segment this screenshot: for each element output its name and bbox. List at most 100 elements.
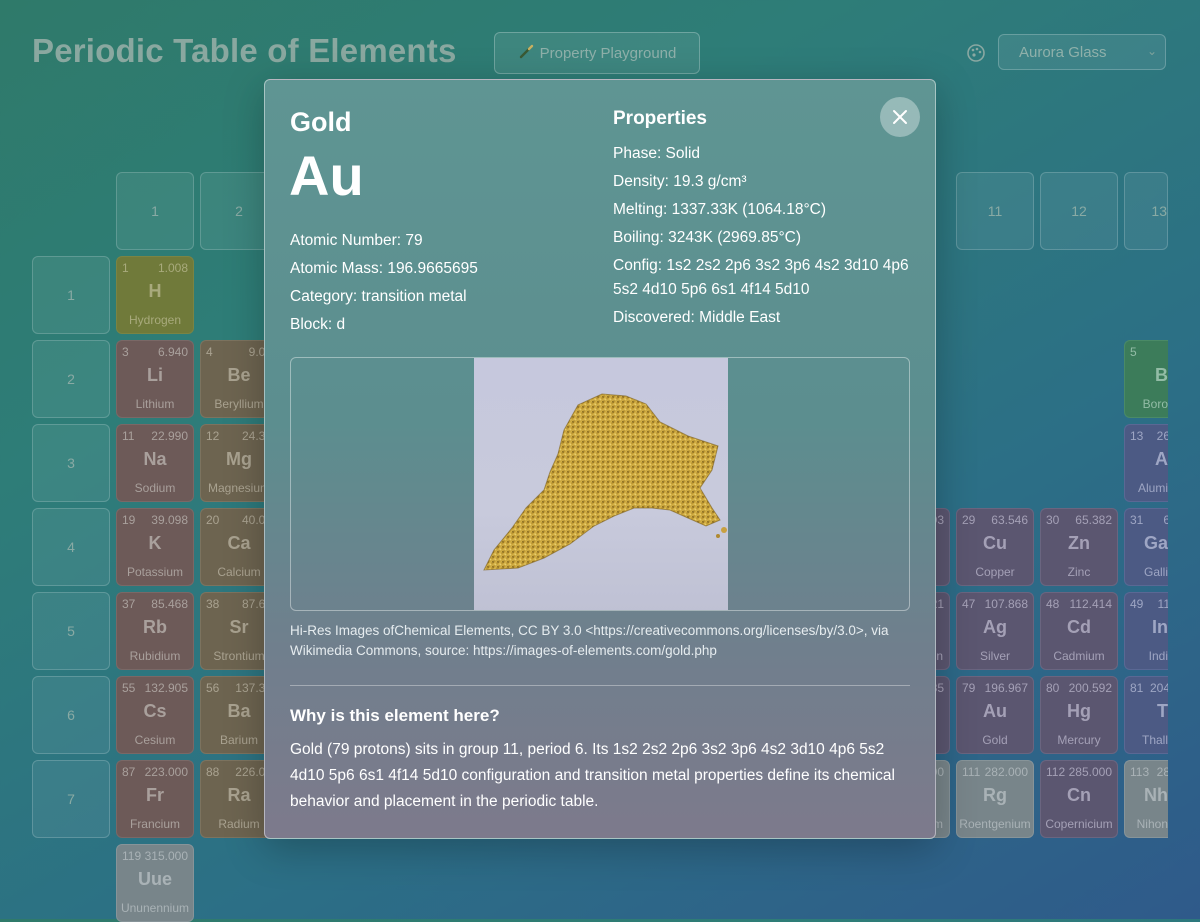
element-cell-ag[interactable]: 47 107.868 Ag Silver: [956, 592, 1034, 670]
element-symbol: Cu: [983, 533, 1007, 553]
element-symbol: T: [1157, 701, 1168, 721]
element-cell-b[interactable]: 5 B Boro: [1124, 340, 1168, 418]
element-name: Ununennium: [120, 901, 190, 915]
period-header: 5: [32, 592, 110, 670]
element-cell-na[interactable]: 11 22.990 Na Sodium: [116, 424, 194, 502]
atomic-number: 56: [206, 681, 220, 695]
atomic-mass: 1.008: [157, 261, 188, 275]
element-cell-rb[interactable]: 37 85.468 Rb Rubidium: [116, 592, 194, 670]
element-cell-al[interactable]: 13 26 A Alumi: [1124, 424, 1168, 502]
element-symbol: Cd: [1067, 617, 1091, 637]
element-cell-ga[interactable]: 31 6 Ga Galli: [1124, 508, 1168, 586]
chevron-down-icon: ⌄: [1146, 44, 1157, 58]
element-symbol-large: Au: [289, 144, 364, 207]
element-cell-fr[interactable]: 87 223.000 Fr Francium: [116, 760, 194, 838]
atomic-number: 38: [206, 597, 220, 611]
element-symbol: A: [1155, 449, 1168, 469]
element-symbol: Cs: [143, 701, 167, 721]
config-text: Config: 1s2 2s2 2p6 3s2 3p6 4s2 3d10 4p6…: [613, 257, 909, 298]
element-name: Cadmium: [1053, 649, 1105, 663]
element-symbol: Au: [983, 701, 1007, 721]
element-cell-uue[interactable]: 119 315.000 Uue Ununennium: [116, 844, 194, 922]
element-symbol: Uue: [137, 869, 172, 889]
atomic-mass: 6: [1163, 513, 1168, 527]
atomic-number: 5: [1130, 345, 1137, 359]
element-cell-cd[interactable]: 48 112.414 Cd Cadmium: [1040, 592, 1118, 670]
element-name: Francium: [129, 817, 180, 831]
properties-heading: Properties: [613, 108, 707, 129]
atomic-number: 20: [206, 513, 220, 527]
element-name: Nihon: [1136, 817, 1168, 831]
atomic-mass: 196.967: [984, 681, 1028, 695]
element-cell-zn[interactable]: 30 65.382 Zn Zinc: [1040, 508, 1118, 586]
atomic-number: 80: [1046, 681, 1060, 695]
atomic-mass: 63.546: [991, 513, 1028, 527]
element-cell-cu[interactable]: 29 63.546 Cu Copper: [956, 508, 1034, 586]
element-symbol: Cn: [1067, 785, 1091, 805]
element-cell-cn[interactable]: 112 285.000 Cn Copernicium: [1040, 760, 1118, 838]
element-name: Lithium: [135, 397, 175, 411]
atomic-number: 111: [962, 765, 981, 779]
atomic-mass: 223.000: [144, 765, 188, 779]
period-header: 3: [32, 424, 110, 502]
block-text: Block: d: [290, 316, 346, 333]
atomic-mass: 282.000: [984, 765, 1028, 779]
property-playground-button[interactable]: Property Playground: [494, 32, 700, 74]
atomic-mass: 39.098: [151, 513, 188, 527]
element-symbol: B: [1155, 365, 1168, 385]
category-text: Category: transition metal: [290, 288, 467, 305]
close-button[interactable]: [880, 97, 920, 137]
element-name: Sodium: [134, 481, 176, 495]
element-symbol: Fr: [146, 785, 164, 805]
atomic-number: 112: [1046, 765, 1066, 779]
period-header: 6: [32, 676, 110, 754]
palette-icon: [965, 42, 987, 64]
atomic-mass: 315.000: [144, 849, 188, 863]
atomic-number: 47: [962, 597, 976, 611]
element-name: Indi: [1148, 649, 1168, 663]
phase-text: Phase: Solid: [613, 145, 701, 162]
element-symbol: Na: [143, 449, 167, 469]
element-name: Hydrogen: [128, 313, 182, 327]
element-cell-tl[interactable]: 81 204 T Thall: [1124, 676, 1168, 754]
element-cell-au[interactable]: 79 196.967 Au Gold: [956, 676, 1034, 754]
element-name: Gold: [982, 733, 1008, 747]
atomic-mass: 204: [1149, 681, 1168, 695]
discovered-text: Discovered: Middle East: [613, 309, 781, 326]
atomic-number: 30: [1046, 513, 1060, 527]
atomic-number: 81: [1130, 681, 1144, 695]
group-header: 1: [116, 172, 194, 250]
melting-text: Melting: 1337.33K (1064.18°C): [613, 201, 826, 218]
element-cell-li[interactable]: 3 6.940 Li Lithium: [116, 340, 194, 418]
element-symbol: In: [1152, 617, 1168, 637]
atomic-mass: 85.468: [151, 597, 188, 611]
element-cell-hg[interactable]: 80 200.592 Hg Mercury: [1040, 676, 1118, 754]
atomic-mass: 107.868: [984, 597, 1028, 611]
properties-list: Phase: Solid Density: 19.3 g/cm³ Melting…: [613, 142, 913, 334]
element-cell-h[interactable]: 1 1.008 H Hydrogen: [116, 256, 194, 334]
element-cell-k[interactable]: 19 39.098 K Potassium: [116, 508, 194, 586]
element-cell-in[interactable]: 49 11 In Indi: [1124, 592, 1168, 670]
element-symbol: Hg: [1067, 701, 1091, 721]
atomic-number: 11: [122, 429, 135, 443]
element-cell-nh[interactable]: 113 28 Nh Nihon: [1124, 760, 1168, 838]
atomic-number: 13: [1130, 429, 1144, 443]
element-name: Galli: [1143, 565, 1168, 579]
element-name: Alumi: [1137, 481, 1168, 495]
atomic-mass: 112.414: [1069, 597, 1113, 611]
element-name: Zinc: [1067, 565, 1091, 579]
element-cell-cs[interactable]: 55 132.905 Cs Cesium: [116, 676, 194, 754]
wand-icon: [518, 42, 536, 64]
element-name: Boro: [1142, 397, 1168, 411]
atomic-number: 19: [122, 513, 136, 527]
atomic-number-text: Atomic Number: 79: [290, 232, 423, 249]
atomic-number: 12: [206, 429, 220, 443]
group-header: 12: [1040, 172, 1118, 250]
element-cell-rg[interactable]: 111 282.000 Rg Roentgenium: [956, 760, 1034, 838]
atomic-mass: 28: [1156, 765, 1168, 779]
atomic-mass: 132.905: [144, 681, 188, 695]
close-icon: [893, 110, 907, 124]
element-symbol: Zn: [1068, 533, 1090, 553]
theme-select[interactable]: Aurora Glass ⌄: [998, 34, 1166, 70]
element-name: Silver: [979, 649, 1010, 663]
